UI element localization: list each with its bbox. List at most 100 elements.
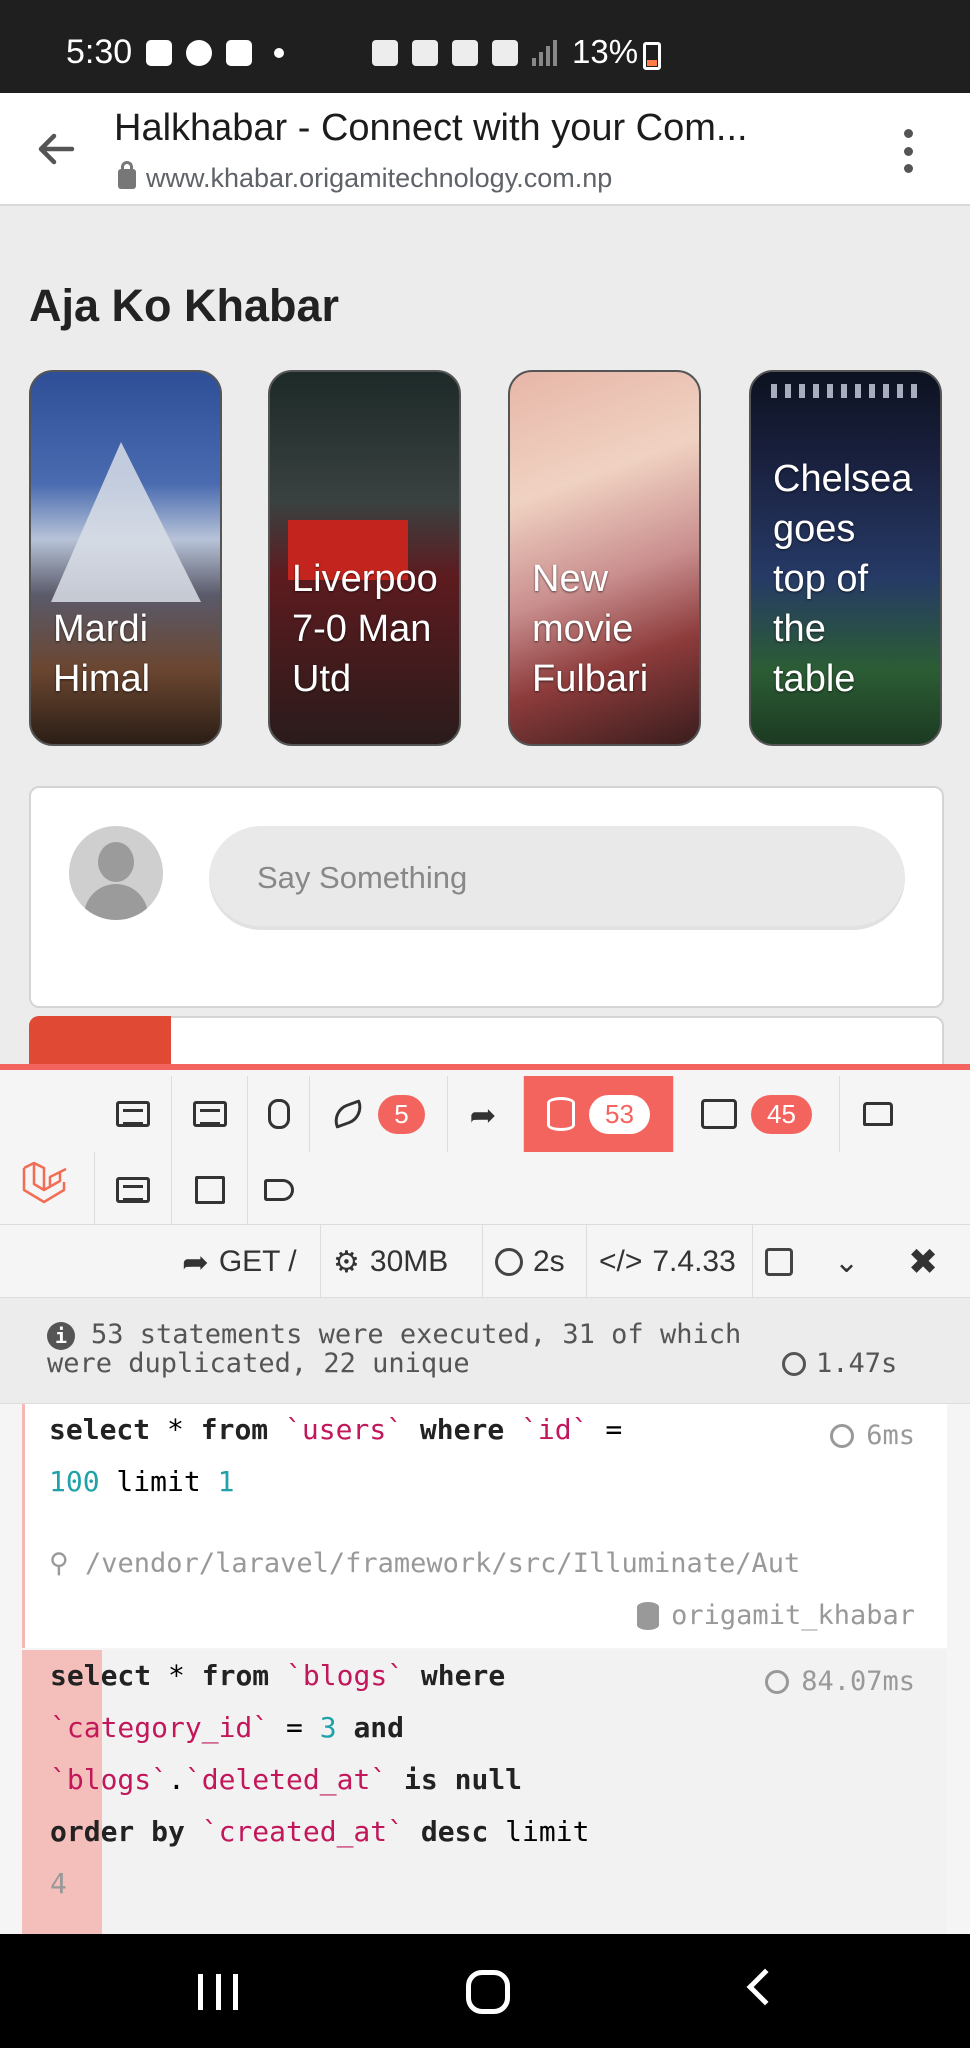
mute-icon <box>412 40 438 66</box>
new-post-card <box>29 786 944 1008</box>
story-card-fulbari[interactable]: New movie Fulbari <box>508 370 701 746</box>
signal-icon <box>532 40 557 66</box>
battery-icon <box>643 42 661 70</box>
total-duration: 1.47s <box>782 1349 897 1378</box>
query-row[interactable]: select * from `users` where `id` = 100 li… <box>22 1404 947 1648</box>
back-button[interactable] <box>746 1968 784 2006</box>
database-icon <box>637 1602 660 1630</box>
query-sql: select * from `users` where `id` = 100 li… <box>49 1413 623 1498</box>
memory-info[interactable]: ⚙ 30MB <box>320 1225 448 1299</box>
close-icon: ✖ <box>908 1241 939 1282</box>
status-bar: 5:30 13% <box>0 0 970 93</box>
memory-text: 30MB <box>369 1245 449 1278</box>
page-content: Aja Ko Khabar Mardi Himal Liverpoo 7-0 M… <box>0 206 970 1080</box>
system-icons <box>372 40 557 66</box>
alert-icon <box>226 40 252 66</box>
browser-toolbar: Halkhabar - Connect with your Com... www… <box>0 93 970 206</box>
story-caption: Chelsea goes top of the table <box>773 458 913 700</box>
debugbar-tabs-row2 <box>0 1152 970 1228</box>
tab-mails[interactable] <box>840 1076 916 1152</box>
tab-exceptions[interactable] <box>248 1076 310 1152</box>
story-card-chelsea[interactable]: Chelsea goes top of the table <box>749 370 942 746</box>
queries-summary: i 53 statements were executed, 31 of whi… <box>0 1298 970 1404</box>
say-something-input[interactable] <box>209 826 905 930</box>
share-icon <box>470 1096 502 1134</box>
clock-icon <box>782 1351 806 1376</box>
home-button[interactable] <box>466 1970 510 2014</box>
database-icon <box>547 1097 576 1131</box>
minimize-button[interactable]: ⌄ <box>822 1225 896 1299</box>
info-icon: i <box>47 1322 75 1350</box>
open-button[interactable] <box>752 1225 822 1299</box>
clock-icon <box>765 1670 790 1694</box>
volte-icon <box>452 40 478 66</box>
clock-icon <box>830 1424 855 1448</box>
queries-badge: 53 <box>589 1094 650 1134</box>
tab-route[interactable] <box>448 1076 524 1152</box>
url-text[interactable]: www.khabar.origamitechnology.com.np <box>146 163 612 194</box>
query-connection: origamit_khabar <box>637 1590 915 1642</box>
url-line[interactable]: www.khabar.origamitechnology.com.np <box>118 160 612 194</box>
back-arrow-icon[interactable] <box>36 129 76 169</box>
time-text: 2s <box>533 1245 565 1278</box>
notification-icons <box>146 40 284 66</box>
tab-gate[interactable] <box>248 1152 310 1228</box>
section-title: Aja Ko Khabar <box>29 280 340 331</box>
php-info[interactable]: </> 7.4.33 <box>586 1225 736 1299</box>
cogs-icon: ⚙ <box>333 1245 360 1279</box>
close-button[interactable]: ✖ <box>896 1225 970 1299</box>
messages-icon <box>115 1101 150 1127</box>
time-info[interactable]: 2s <box>482 1225 565 1299</box>
request-icon <box>192 1101 227 1127</box>
summary-line1: 53 statements were executed, 31 of which <box>91 1319 742 1350</box>
lock-icon <box>118 160 136 189</box>
request-info-row: ➦ GET / ⚙ 30MB 2s </> 7.4.33 ⌄ ✖ <box>0 1224 970 1299</box>
battery-percent: 13% <box>572 33 639 70</box>
query-time: 6ms <box>830 1410 915 1462</box>
status-time: 5:30 <box>66 33 133 71</box>
tab-models[interactable]: 45 <box>674 1076 840 1152</box>
tab-cache[interactable] <box>172 1152 248 1228</box>
clock-icon <box>495 1248 523 1276</box>
query-source: ⚲ /vendor/laravel/framework/src/Illumina… <box>49 1548 801 1579</box>
query-time: 84.07ms <box>765 1656 915 1708</box>
tab-queries[interactable]: 53 <box>524 1076 674 1152</box>
story-card-mardi-himal[interactable]: Mardi Himal <box>29 370 222 746</box>
tab-messages[interactable] <box>94 1076 172 1152</box>
story-caption: Liverpoo 7-0 Man Utd <box>292 558 438 700</box>
php-version: 7.4.33 <box>652 1245 736 1278</box>
inbox-icon <box>863 1102 893 1126</box>
code-icon: </> <box>599 1245 643 1278</box>
system-nav-bar <box>0 1934 970 2048</box>
chevron-down-icon: ⌄ <box>834 1245 860 1279</box>
query-row[interactable]: select * from `blogs` where `category_id`… <box>22 1650 947 1936</box>
tab-request[interactable] <box>172 1076 248 1152</box>
tags-icon <box>264 1179 294 1201</box>
gallery-icon <box>146 40 172 66</box>
whatsapp-icon <box>186 40 212 66</box>
models-badge: 45 <box>751 1094 812 1134</box>
bug-icon <box>267 1099 290 1129</box>
cubes-icon <box>701 1099 738 1129</box>
route-info[interactable]: ➦ GET / <box>170 1225 297 1299</box>
alarm-icon <box>372 40 398 66</box>
tab-timeline[interactable]: 5 <box>310 1076 448 1152</box>
summary-line2: were duplicated, 22 unique <box>47 1348 470 1379</box>
share-icon: ➦ <box>182 1244 209 1280</box>
recent-apps-button[interactable] <box>198 1974 238 2010</box>
archive-icon <box>194 1176 225 1204</box>
page-title: Halkhabar - Connect with your Com... <box>114 107 748 149</box>
timeline-badge: 5 <box>378 1094 425 1134</box>
5g-icon <box>492 40 518 66</box>
tab-views[interactable] <box>94 1152 172 1228</box>
story-caption: Mardi Himal <box>53 608 151 700</box>
laravel-logo-icon[interactable] <box>20 1160 70 1206</box>
avatar[interactable] <box>69 826 163 920</box>
views-icon <box>116 1177 150 1203</box>
route-text: GET / <box>218 1245 297 1278</box>
more-options-icon[interactable] <box>900 129 916 173</box>
more-notifications-icon <box>274 48 284 58</box>
story-caption: New movie Fulbari <box>532 558 649 700</box>
leaf-icon <box>329 1099 367 1129</box>
story-card-liverpool[interactable]: Liverpoo 7-0 Man Utd <box>268 370 461 746</box>
